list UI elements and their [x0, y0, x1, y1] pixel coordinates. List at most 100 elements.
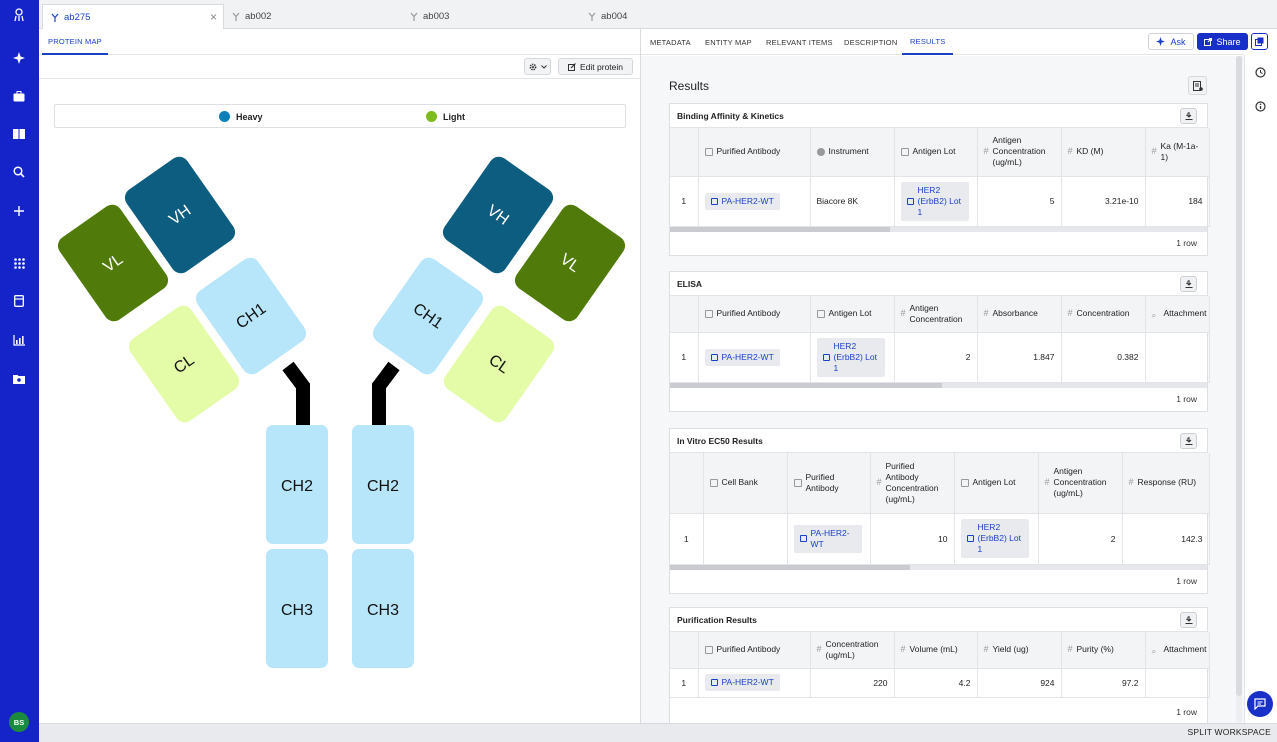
- entity-column-icon: [709, 478, 718, 487]
- tab-metadata[interactable]: METADATA: [644, 29, 697, 55]
- horizontal-scrollbar[interactable]: [670, 226, 1207, 232]
- yield-cell[interactable]: 924: [977, 668, 1062, 698]
- column-header[interactable]: # Concentration (ug/mL): [810, 632, 895, 669]
- entity-chip[interactable]: PA-HER2-WT: [793, 524, 862, 553]
- concentration-cell[interactable]: 220: [810, 668, 895, 698]
- antibody-concentration-cell[interactable]: 10: [870, 513, 955, 565]
- kd-cell[interactable]: 3.21e-10: [1061, 176, 1146, 227]
- history-icon[interactable]: [1255, 67, 1266, 80]
- response-cell[interactable]: 142.3: [1122, 513, 1210, 565]
- results-settings-button[interactable]: [1188, 76, 1207, 95]
- entity-chip[interactable]: HER2 (ErbB2) Lot 1: [900, 181, 969, 221]
- briefcase-icon[interactable]: [9, 86, 29, 106]
- column-header[interactable]: # KD (M): [1061, 128, 1146, 177]
- right-ch2-domain[interactable]: CH2: [352, 425, 414, 544]
- column-label: Purified Antibody: [716, 308, 781, 319]
- attachment-cell[interactable]: [1145, 668, 1210, 698]
- tab-ab275[interactable]: ab275 ×: [42, 4, 224, 29]
- column-header[interactable]: ⌕ Attachment: [1145, 632, 1210, 669]
- apps-grid-icon[interactable]: [9, 253, 29, 273]
- column-header[interactable]: # Purified Antibody Concentration (ug/mL): [870, 453, 955, 514]
- collapse-chevron-icon[interactable]: ^: [1186, 436, 1190, 446]
- copy-button[interactable]: [1251, 33, 1268, 50]
- entity-chip[interactable]: PA-HER2-WT: [704, 674, 780, 691]
- tab-description[interactable]: DESCRIPTION: [838, 29, 903, 55]
- dropdown-column-icon: [816, 147, 825, 156]
- folder-icon[interactable]: [9, 369, 29, 389]
- tab-ab004[interactable]: ab004: [580, 4, 758, 29]
- app-logo-icon[interactable]: [9, 5, 29, 25]
- antibody-icon: [51, 13, 59, 22]
- document-tab-bar: ab275 × ab002 ab003 ab004: [39, 0, 1277, 29]
- search-icon[interactable]: [9, 162, 29, 182]
- column-header[interactable]: # Purity (%): [1061, 632, 1146, 669]
- cell-bank-cell[interactable]: [703, 513, 788, 565]
- entity-column-icon: [704, 645, 713, 654]
- column-header[interactable]: Antigen Lot: [894, 128, 978, 177]
- entity-chip[interactable]: PA-HER2-WT: [704, 192, 780, 210]
- collapse-chevron-icon[interactable]: ^: [1186, 279, 1190, 289]
- column-header[interactable]: Purified Antibody: [698, 296, 811, 333]
- column-header[interactable]: # Antigen Concentration: [894, 296, 978, 333]
- volume-cell[interactable]: 4.2: [894, 668, 978, 698]
- chat-button[interactable]: [1247, 691, 1273, 717]
- ka-cell[interactable]: 184: [1145, 176, 1210, 227]
- column-header[interactable]: # Antigen Concentration (ug/mL): [977, 128, 1062, 177]
- entity-chip[interactable]: PA-HER2-WT: [704, 348, 780, 366]
- table-row: 1 PA-HER2-WT HER2 (ErbB2) Lot 1 2 1.847 …: [670, 332, 1210, 383]
- chip-label: HER2 (ErbB2) Lot 1: [833, 340, 877, 373]
- split-workspace-button[interactable]: SPLIT WORKSPACE: [1188, 727, 1271, 737]
- column-header[interactable]: # Volume (mL): [894, 632, 978, 669]
- inventory-icon[interactable]: [9, 291, 29, 311]
- column-header[interactable]: Purified Antibody: [698, 632, 811, 669]
- share-button[interactable]: Share: [1197, 33, 1248, 50]
- ask-button[interactable]: Ask: [1148, 33, 1194, 50]
- protein-map-pane: PROTEIN MAP Edit protein Heavy Light VH: [39, 29, 640, 723]
- right-ch3-domain[interactable]: CH3: [352, 549, 414, 668]
- column-header[interactable]: Purified Antibody: [698, 128, 811, 177]
- tab-ab003[interactable]: ab003: [402, 4, 580, 29]
- column-header[interactable]: Cell Bank: [703, 453, 788, 514]
- column-header[interactable]: ⌕ Attachment: [1145, 296, 1210, 333]
- column-header[interactable]: Purified Antibody: [787, 453, 871, 514]
- info-icon[interactable]: [1255, 101, 1266, 114]
- column-header[interactable]: # Response (RU): [1122, 453, 1210, 514]
- vertical-scrollbar[interactable]: [1236, 56, 1242, 722]
- notebook-icon[interactable]: [9, 124, 29, 144]
- horizontal-scrollbar[interactable]: [670, 564, 1207, 570]
- collapse-chevron-icon[interactable]: ^: [1186, 111, 1190, 121]
- tab-relevant-items[interactable]: RELEVANT ITEMS: [760, 29, 839, 55]
- entity-chip[interactable]: HER2 (ErbB2) Lot 1: [960, 519, 1029, 558]
- purity-cell[interactable]: 97.2: [1061, 668, 1146, 698]
- concentration-cell[interactable]: 5: [977, 176, 1062, 227]
- concentration-cell[interactable]: 2: [894, 332, 978, 383]
- column-header[interactable]: # Concentration: [1061, 296, 1146, 333]
- chat-icon: [1254, 698, 1266, 710]
- results-pane: METADATA ENTITY MAP RELEVANT ITEMS DESCR…: [641, 29, 1244, 723]
- tab-results[interactable]: RESULTS: [902, 29, 954, 55]
- tab-ab002[interactable]: ab002: [224, 4, 402, 29]
- column-header[interactable]: # Absorbance: [977, 296, 1062, 333]
- column-header[interactable]: Antigen Lot: [954, 453, 1039, 514]
- column-header[interactable]: Antigen Lot: [810, 296, 895, 333]
- left-ch2-domain[interactable]: CH2: [266, 425, 328, 544]
- left-ch3-domain[interactable]: CH3: [266, 549, 328, 668]
- instrument-cell[interactable]: Biacore 8K: [810, 176, 895, 227]
- close-icon[interactable]: ×: [210, 10, 217, 24]
- antigen-concentration-cell[interactable]: 2: [1038, 513, 1123, 565]
- column-header[interactable]: # Yield (ug): [977, 632, 1062, 669]
- column-header[interactable]: Instrument: [810, 128, 895, 177]
- absorbance-cell[interactable]: 1.847: [977, 332, 1062, 383]
- user-avatar[interactable]: BS: [9, 712, 29, 732]
- concentration-cell[interactable]: 0.382: [1061, 332, 1146, 383]
- analytics-icon[interactable]: [9, 330, 29, 350]
- column-header[interactable]: # Ka (M-1a-1): [1145, 128, 1210, 177]
- column-header[interactable]: # Antigen Concentration (ug/mL): [1038, 453, 1123, 514]
- collapse-chevron-icon[interactable]: ^: [1186, 615, 1190, 625]
- horizontal-scrollbar[interactable]: [670, 382, 1207, 388]
- ai-sparkle-icon[interactable]: [9, 48, 29, 68]
- tab-entity-map[interactable]: ENTITY MAP: [699, 29, 758, 55]
- plus-icon[interactable]: [9, 201, 29, 221]
- attachment-cell[interactable]: [1145, 332, 1210, 383]
- entity-chip[interactable]: HER2 (ErbB2) Lot 1: [816, 337, 885, 377]
